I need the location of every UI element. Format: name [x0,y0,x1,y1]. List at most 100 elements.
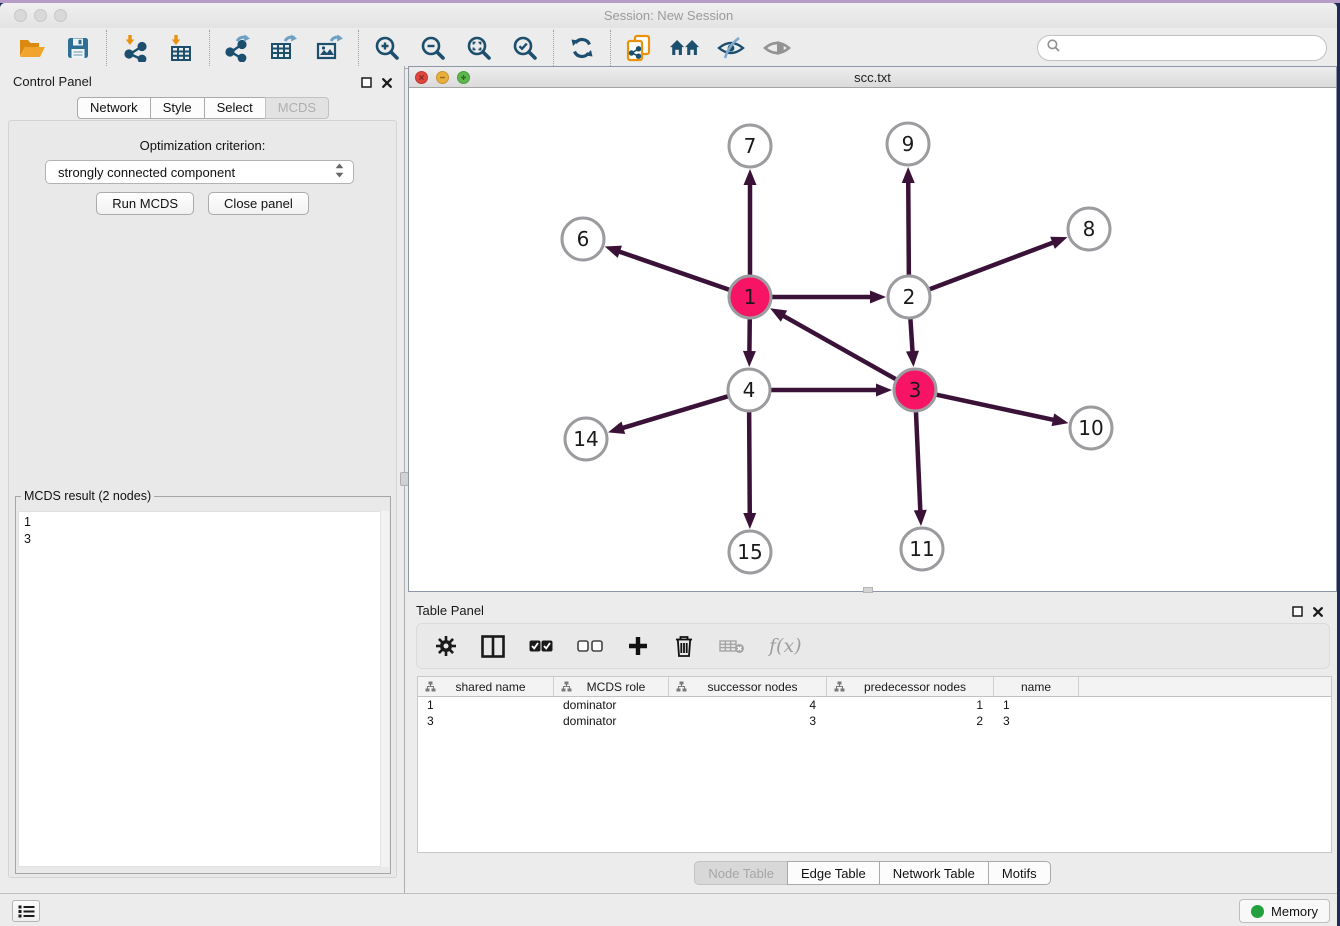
cell-name[interactable]: 1 [994,698,1079,712]
tab-mcds[interactable]: MCDS [265,97,329,119]
column-header-shared-name[interactable]: shared name [418,677,554,696]
cell-predecessor-nodes[interactable]: 2 [827,714,994,728]
tab-style[interactable]: Style [150,97,205,119]
network-window-titlebar[interactable]: scc.txt [409,67,1336,88]
export-network-icon[interactable] [223,33,253,63]
close-table-panel-icon[interactable] [1313,604,1323,622]
graph-node-label-15: 15 [737,540,762,564]
export-table-icon[interactable] [269,33,299,63]
graph-edge-2-9[interactable] [908,182,909,275]
zoom-fit-icon[interactable] [464,33,494,63]
duplicate-network-icon[interactable] [624,33,654,63]
column-header-MCDS-role[interactable]: MCDS role [554,677,669,696]
select-all-icon[interactable] [529,640,553,652]
graph-edge-2-8[interactable] [930,242,1054,289]
graph-arrowhead-1-7 [744,169,757,185]
cell-successor-nodes[interactable]: 4 [669,698,827,712]
memory-button[interactable]: Memory [1239,899,1330,923]
tab-network-table[interactable]: Network Table [879,861,989,885]
table-row-0[interactable]: 1dominator411 [418,697,1331,713]
add-column-icon[interactable] [627,635,649,657]
status-bar: Memory [0,893,1337,926]
network-graph[interactable]: 1234678910111415 [409,88,1336,591]
open-session-icon[interactable] [17,33,47,63]
zoom-in-icon[interactable] [372,33,402,63]
close-panel-icon[interactable] [382,75,392,93]
mcds-result-groupbox: MCDS result (2 nodes) 1 3 [15,496,391,874]
help-home-icon[interactable] [670,33,700,63]
tab-node-table[interactable]: Node Table [694,861,788,885]
graph-node-label-6: 6 [577,227,590,251]
show-graphics-details-icon[interactable] [762,33,792,63]
result-scrollbar[interactable] [380,511,389,867]
cell-MCDS-role[interactable]: dominator [554,714,669,728]
column-header-successor-nodes[interactable]: successor nodes [669,677,827,696]
graph-edge-3-11[interactable] [916,412,920,511]
graph-edge-3-10[interactable] [937,395,1054,420]
column-header-predecessor-nodes[interactable]: predecessor nodes [827,677,994,696]
network-window-title: scc.txt [409,70,1336,85]
apply-layout-icon[interactable] [567,33,597,63]
cell-predecessor-nodes[interactable]: 1 [827,698,994,712]
delete-table-icon [719,638,745,654]
graph-node-label-10: 10 [1078,416,1103,440]
import-network-icon[interactable] [120,33,150,63]
delete-column-trash-icon[interactable] [673,634,695,658]
search-box [1037,35,1327,61]
close-panel-button[interactable]: Close panel [208,192,309,215]
graph-edge-1-6[interactable] [619,251,729,289]
float-panel-icon[interactable] [361,75,372,93]
tab-edge-table[interactable]: Edge Table [787,861,880,885]
graph-edge-4-14[interactable] [622,396,728,428]
show-columns-icon[interactable] [481,635,505,658]
network-canvas[interactable]: 1234678910111415 [409,88,1336,591]
graph-node-label-1: 1 [744,285,757,309]
task-history-button[interactable] [12,900,40,922]
memory-label: Memory [1271,904,1318,919]
frame-resize-grip[interactable] [863,587,873,593]
graph-arrowhead-3-10 [1052,413,1069,426]
graph-arrowhead-3-11 [914,510,927,526]
search-input[interactable] [1066,41,1326,56]
cell-shared-name[interactable]: 3 [418,714,554,728]
graph-node-label-2: 2 [903,285,916,309]
table-toolbar: f(x) [416,623,1330,669]
mcds-result-text[interactable]: 1 3 [18,511,388,867]
toolbar-group-import [106,30,209,66]
run-mcds-button[interactable]: Run MCDS [96,192,194,215]
graph-edge-4-15[interactable] [749,412,750,514]
graph-edge-2-3[interactable] [910,319,912,352]
tab-select[interactable]: Select [204,97,266,119]
graph-node-label-9: 9 [902,132,915,156]
import-table-icon[interactable] [166,33,196,63]
dropdown-arrows-icon [334,163,345,181]
function-builder-icon: f(x) [769,635,802,657]
cell-successor-nodes[interactable]: 3 [669,714,827,728]
column-header-name[interactable]: name [994,677,1079,696]
float-table-panel-icon[interactable] [1292,604,1303,622]
criterion-dropdown[interactable]: strongly connected component [45,160,354,184]
table-settings-gear-icon[interactable] [435,635,457,657]
graph-arrowhead-4-3 [876,384,892,397]
application-window: Session: New Session [0,3,1337,926]
deselect-all-icon[interactable] [577,640,603,652]
save-session-icon[interactable] [63,33,93,63]
memory-status-dot [1251,905,1264,918]
main-toolbar [0,28,1337,69]
node-table: shared nameMCDS rolesuccessor nodesprede… [417,676,1332,853]
tab-motifs[interactable]: Motifs [988,861,1051,885]
export-image-icon[interactable] [315,33,345,63]
tab-network[interactable]: Network [77,97,151,119]
cell-shared-name[interactable]: 1 [418,698,554,712]
graph-node-label-7: 7 [744,134,757,158]
table-row-1[interactable]: 3dominator323 [418,713,1331,729]
hide-graphics-details-icon[interactable] [716,33,746,63]
zoom-out-icon[interactable] [418,33,448,63]
zoom-selected-icon[interactable] [510,33,540,63]
graph-edge-3-1[interactable] [783,316,896,380]
control-panel: Control Panel NetworkStyleSelectMCDS Opt… [0,66,405,893]
control-panel-tabs: NetworkStyleSelectMCDS [77,97,329,119]
window-titlebar: Session: New Session [0,3,1337,28]
cell-MCDS-role[interactable]: dominator [554,698,669,712]
cell-name[interactable]: 3 [994,714,1079,728]
